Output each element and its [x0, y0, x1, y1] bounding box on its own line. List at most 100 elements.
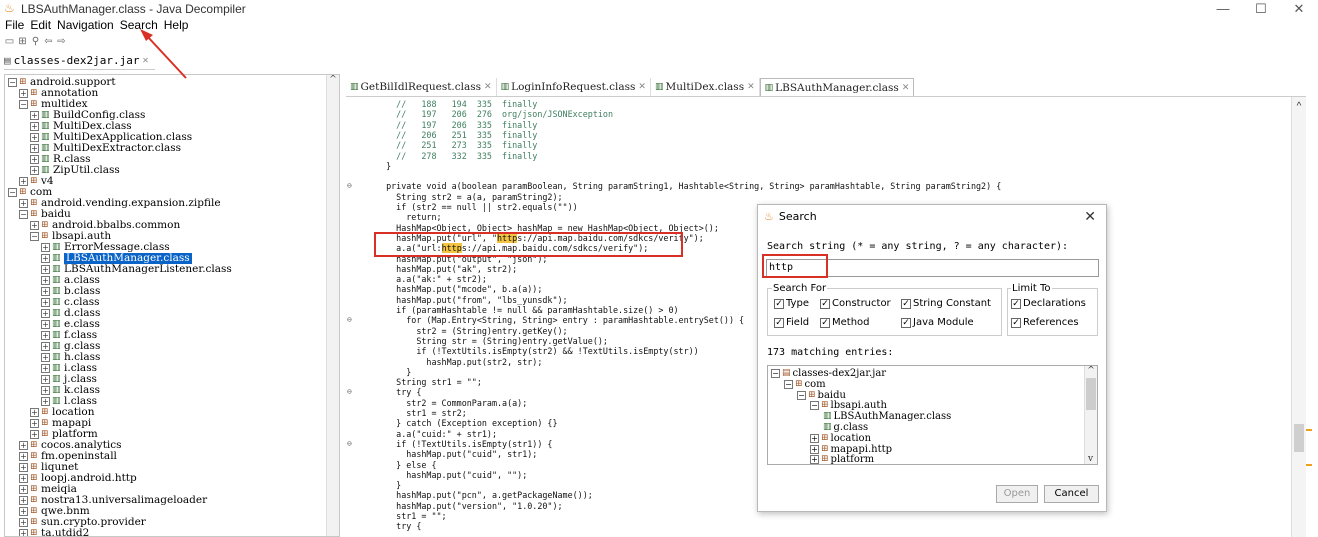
- search-for-checkbox[interactable]: ✓ Constructor: [820, 298, 891, 309]
- expand-icon[interactable]: +: [41, 309, 50, 318]
- code-line[interactable]: try {: [376, 387, 421, 397]
- code-line[interactable]: } else {: [376, 460, 436, 470]
- package-tree[interactable]: − ⊞ android.support + ⊞ annotation − ⊞ multidex +…: [4, 74, 340, 537]
- code-line[interactable]: a.a("cuid:" + str1);: [376, 429, 497, 439]
- close-icon[interactable]: ✕: [902, 83, 910, 93]
- code-line[interactable]: // 197 206 276 org/json/JSONException: [376, 109, 613, 119]
- result-item[interactable]: − ⊞ com: [784, 379, 826, 390]
- code-line[interactable]: str2 = (String)entry.getKey();: [376, 326, 567, 336]
- expand-icon[interactable]: +: [30, 144, 39, 153]
- editor-scrollbar[interactable]: ^: [1291, 97, 1306, 537]
- code-line[interactable]: // 197 206 335 finally: [376, 120, 537, 130]
- expand-icon[interactable]: +: [30, 419, 39, 428]
- code-line[interactable]: }: [376, 480, 401, 490]
- code-line[interactable]: // 251 273 335 finally: [376, 140, 537, 150]
- expand-icon[interactable]: +: [30, 430, 39, 439]
- checkmark-icon[interactable]: ✓: [820, 298, 830, 309]
- fold-icon[interactable]: ⊖: [347, 439, 352, 448]
- expand-icon[interactable]: +: [41, 287, 50, 296]
- expand-icon[interactable]: +: [810, 444, 819, 454]
- close-icon[interactable]: ✕: [638, 82, 646, 92]
- expand-icon[interactable]: +: [30, 221, 39, 230]
- open-button[interactable]: Open: [996, 485, 1038, 503]
- code-line[interactable]: }: [376, 161, 391, 171]
- expand-icon[interactable]: +: [19, 89, 28, 98]
- checkmark-icon[interactable]: ✓: [820, 317, 830, 328]
- code-line[interactable]: hashMap.put("mcode", b.a(a));: [376, 284, 542, 294]
- results-scrollbar[interactable]: ^ v: [1084, 366, 1097, 464]
- result-item[interactable]: + ⊞ mapapi.http: [810, 444, 892, 455]
- expand-icon[interactable]: +: [810, 433, 819, 443]
- code-line[interactable]: // 206 251 335 finally: [376, 130, 537, 140]
- cancel-button[interactable]: Cancel: [1044, 485, 1099, 503]
- code-line[interactable]: str2 = CommonParam.a(a);: [376, 398, 527, 408]
- code-line[interactable]: String str = (String)entry.getValue();: [376, 336, 608, 346]
- expand-icon[interactable]: +: [41, 353, 50, 362]
- code-line[interactable]: return;: [376, 212, 441, 222]
- expand-icon[interactable]: +: [30, 408, 39, 417]
- expand-icon[interactable]: +: [41, 320, 50, 329]
- code-line[interactable]: }: [376, 367, 411, 377]
- checkmark-icon[interactable]: ✓: [1011, 298, 1021, 309]
- expand-icon[interactable]: +: [41, 375, 50, 384]
- expand-icon[interactable]: +: [19, 452, 28, 461]
- scrollbar-thumb[interactable]: [1294, 424, 1304, 452]
- result-item[interactable]: − ⊞ lbsapi.auth: [810, 400, 887, 411]
- minimize-button[interactable]: —: [1204, 0, 1242, 17]
- expand-icon[interactable]: +: [41, 397, 50, 406]
- code-line[interactable]: hashMap.put("version", "1.0.20");: [376, 501, 562, 511]
- collapse-icon[interactable]: −: [8, 188, 17, 197]
- collapse-icon[interactable]: −: [797, 390, 806, 400]
- expand-icon[interactable]: +: [19, 441, 28, 450]
- code-line[interactable]: if (paramHashtable != null && paramHasht…: [376, 305, 678, 315]
- collapse-icon[interactable]: −: [810, 401, 819, 411]
- tree-scrollbar[interactable]: ^: [326, 75, 339, 536]
- expand-icon[interactable]: +: [41, 298, 50, 307]
- collapse-icon[interactable]: −: [784, 379, 793, 389]
- editor-tab[interactable]: ▥ LBSAuthManager.class ✕: [759, 78, 915, 96]
- code-line[interactable]: if (!TextUtils.isEmpty(str1)) {: [376, 439, 552, 449]
- expand-icon[interactable]: +: [19, 485, 28, 494]
- scroll-up-icon[interactable]: ^: [1085, 366, 1097, 376]
- code-line[interactable]: hashMap.put("from", "lbs_yunsdk");: [376, 295, 567, 305]
- match-marker[interactable]: [1306, 464, 1312, 466]
- search-for-checkbox[interactable]: ✓ Java Module: [901, 317, 974, 328]
- close-window-button[interactable]: ✕: [1280, 0, 1318, 17]
- expand-icon[interactable]: +: [810, 455, 819, 464]
- code-line[interactable]: hashMap.put("cuid", "");: [376, 470, 527, 480]
- expand-icon[interactable]: +: [19, 199, 28, 208]
- expand-icon[interactable]: +: [41, 243, 50, 252]
- code-line[interactable]: hashMap.put("ak", str2);: [376, 264, 517, 274]
- scroll-up-icon[interactable]: ^: [1292, 101, 1306, 112]
- limit-to-checkbox[interactable]: ✓ Declarations: [1011, 298, 1086, 309]
- expand-icon[interactable]: +: [41, 386, 50, 395]
- code-line[interactable]: String str2 = a(a, paramString2);: [376, 192, 562, 202]
- expand-icon[interactable]: +: [41, 265, 50, 274]
- dialog-close-button[interactable]: ✕: [1084, 209, 1096, 225]
- collapse-icon[interactable]: −: [19, 210, 28, 219]
- expand-icon[interactable]: +: [30, 111, 39, 120]
- code-line[interactable]: str1 = "";: [376, 511, 446, 521]
- collapse-icon[interactable]: −: [771, 369, 780, 378]
- close-icon[interactable]: ✕: [484, 82, 492, 92]
- result-item[interactable]: − ▤ classes-dex2jar.jar: [771, 368, 886, 379]
- code-line[interactable]: hashMap.put("cuid", str1);: [376, 449, 537, 459]
- tree-item[interactable]: + ⊞ loopj.android.http: [19, 473, 137, 484]
- code-line[interactable]: for (Map.Entry<String, String> entry : p…: [376, 315, 744, 325]
- expand-icon[interactable]: +: [30, 166, 39, 175]
- fold-icon[interactable]: ⊖: [347, 315, 352, 324]
- editor-tab[interactable]: ▥ MultiDex.class ✕: [651, 78, 760, 96]
- code-line[interactable]: hashMap.put("pcn", a.getPackageName());: [376, 490, 593, 500]
- code-line[interactable]: a.a("ak:" + str2);: [376, 274, 487, 284]
- expand-icon[interactable]: +: [19, 496, 28, 505]
- fold-icon[interactable]: ⊖: [347, 181, 352, 190]
- editor-tab[interactable]: ▥ LoginInfoRequest.class ✕: [497, 78, 651, 96]
- editor-tab[interactable]: ▥ GetBilIdlRequest.class ✕: [346, 78, 497, 96]
- close-icon[interactable]: ✕: [747, 82, 755, 92]
- maximize-button[interactable]: ☐: [1242, 0, 1280, 17]
- scrollbar-thumb[interactable]: [1086, 378, 1096, 410]
- result-item[interactable]: ▥ g.class: [823, 422, 868, 433]
- code-line[interactable]: private void a(boolean paramBoolean, Str…: [376, 181, 1001, 191]
- search-for-checkbox[interactable]: ✓ Method: [820, 317, 870, 328]
- code-line[interactable]: if (str2 == null || str2.equals("")): [376, 202, 578, 212]
